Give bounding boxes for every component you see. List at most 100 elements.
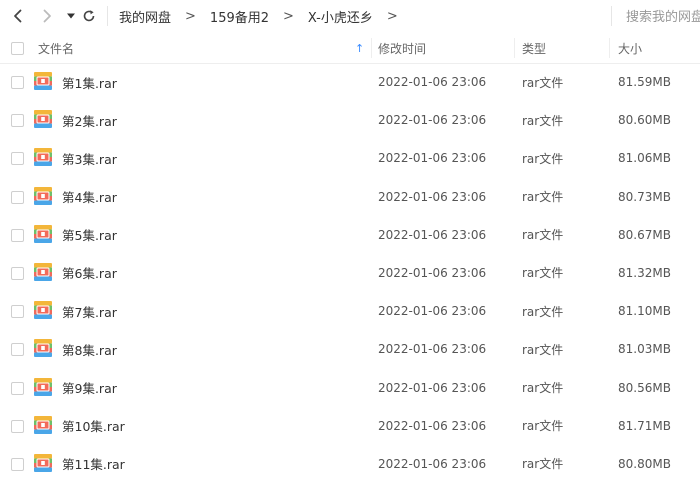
file-name[interactable]: 第6集.rar (62, 254, 117, 292)
rar-archive-icon (34, 377, 52, 396)
file-size: 80.60MB (618, 113, 671, 128)
file-type: rar文件 (522, 419, 564, 434)
file-modified-time: 2022-01-06 23:06 (378, 75, 487, 89)
file-list-header: 文件名 ↑ 修改时间 类型 大小 (0, 33, 700, 64)
refresh-button[interactable] (79, 6, 99, 26)
file-name[interactable]: 第8集.rar (62, 330, 117, 368)
file-row-checkbox[interactable] (11, 343, 24, 357)
column-header-name-label: 文件名 (38, 41, 75, 56)
rar-archive-icon (34, 339, 52, 358)
file-row[interactable]: 第9集.rar 2022-01-06 23:06 rar文件 80.56MB (0, 369, 700, 407)
file-type: rar文件 (522, 228, 564, 243)
column-header-modified[interactable]: 修改时间 (378, 33, 426, 63)
column-header-size[interactable]: 大小 (618, 33, 642, 63)
file-size: 80.73MB (618, 189, 671, 204)
file-type: rar文件 (522, 190, 564, 205)
file-row-checkbox[interactable] (11, 152, 24, 166)
file-name[interactable]: 第10集.rar (62, 407, 125, 445)
toolbar: 我的网盘 > 159备用2 > X-小虎还乡 > (0, 0, 700, 33)
column-divider[interactable] (371, 38, 372, 58)
file-name[interactable]: 第11集.rar (62, 445, 125, 483)
file-size: 80.67MB (618, 227, 671, 242)
column-header-type[interactable]: 类型 (522, 33, 546, 63)
file-name[interactable]: 第1集.rar (62, 63, 117, 101)
file-size: 81.06MB (618, 151, 671, 166)
back-button[interactable] (8, 6, 28, 26)
file-row-checkbox[interactable] (11, 76, 24, 89)
file-size: 80.56MB (618, 380, 671, 395)
breadcrumb-separator: > (185, 9, 196, 24)
file-modified-time: 2022-01-06 23:06 (378, 265, 487, 280)
file-row[interactable]: 第11集.rar 2022-01-06 23:06 rar文件 80.80MB (0, 445, 700, 483)
column-header-type-label: 类型 (522, 41, 547, 56)
file-row-checkbox[interactable] (11, 228, 24, 242)
breadcrumb: 我的网盘 > 159备用2 > X-小虎还乡 > (119, 0, 412, 33)
file-name[interactable]: 第4集.rar (62, 178, 117, 216)
file-row[interactable]: 第8集.rar 2022-01-06 23:06 rar文件 81.03MB (0, 330, 700, 368)
file-row[interactable]: 第10集.rar 2022-01-06 23:06 rar文件 81.71MB (0, 407, 700, 445)
file-modified-time: 2022-01-06 23:06 (378, 418, 487, 433)
file-size: 80.80MB (618, 456, 671, 471)
file-row[interactable]: 第6集.rar 2022-01-06 23:06 rar文件 81.32MB (0, 254, 700, 292)
file-modified-time: 2022-01-06 23:06 (378, 151, 487, 166)
file-type: rar文件 (522, 75, 564, 90)
breadcrumb-item-root[interactable]: 我的网盘 (119, 7, 171, 26)
sort-ascending-icon[interactable]: ↑ (355, 33, 364, 63)
forward-button[interactable] (37, 6, 57, 26)
file-modified-time: 2022-01-06 23:06 (378, 304, 487, 319)
file-type: rar文件 (522, 113, 564, 128)
column-header-size-label: 大小 (618, 41, 643, 56)
file-row-checkbox[interactable] (11, 190, 24, 204)
column-divider[interactable] (514, 38, 515, 58)
file-name[interactable]: 第2集.rar (62, 101, 117, 139)
file-modified-time: 2022-01-06 23:06 (378, 189, 487, 204)
file-row[interactable]: 第7集.rar 2022-01-06 23:06 rar文件 81.10MB (0, 292, 700, 330)
file-modified-time: 2022-01-06 23:06 (378, 342, 487, 357)
file-name[interactable]: 第3集.rar (62, 139, 117, 177)
file-name[interactable]: 第5集.rar (62, 216, 117, 254)
file-size: 81.03MB (618, 342, 671, 357)
rar-archive-icon (34, 453, 52, 472)
file-row-checkbox[interactable] (11, 457, 24, 471)
file-row-checkbox[interactable] (11, 419, 24, 433)
file-type: rar文件 (522, 304, 564, 319)
file-type: rar文件 (522, 342, 564, 357)
breadcrumb-item-folder[interactable]: 159备用2 (210, 7, 269, 26)
file-row-checkbox[interactable] (11, 305, 24, 319)
rar-archive-icon (34, 301, 52, 320)
file-row[interactable]: 第5集.rar 2022-01-06 23:06 rar文件 80.67MB (0, 216, 700, 254)
file-modified-time: 2022-01-06 23:06 (378, 380, 487, 395)
file-type: rar文件 (522, 381, 564, 395)
rar-archive-icon (34, 72, 52, 90)
file-type: rar文件 (522, 457, 564, 472)
breadcrumb-item-current[interactable]: X-小虎还乡 (308, 7, 373, 26)
file-list: 第1集.rar 2022-01-06 23:06 rar文件 81.59MB 第… (0, 63, 700, 483)
file-row-checkbox[interactable] (11, 381, 24, 395)
file-name[interactable]: 第7集.rar (62, 292, 117, 330)
select-all-checkbox[interactable] (11, 42, 24, 55)
file-modified-time: 2022-01-06 23:06 (378, 227, 487, 242)
file-row[interactable]: 第2集.rar 2022-01-06 23:06 rar文件 80.60MB (0, 101, 700, 139)
search-input[interactable] (626, 8, 700, 26)
file-modified-time: 2022-01-06 23:06 (378, 113, 487, 128)
file-row-checkbox[interactable] (11, 266, 24, 280)
file-row[interactable]: 第4集.rar 2022-01-06 23:06 rar文件 80.73MB (0, 178, 700, 216)
breadcrumb-separator: > (283, 9, 294, 24)
rar-archive-icon (34, 224, 52, 243)
history-dropdown-button[interactable] (61, 6, 81, 26)
file-row-checkbox[interactable] (11, 114, 24, 128)
caret-down-icon (67, 13, 75, 19)
column-header-modified-label: 修改时间 (378, 41, 427, 56)
file-size: 81.32MB (618, 265, 671, 280)
file-type: rar文件 (522, 151, 564, 166)
file-row[interactable]: 第1集.rar 2022-01-06 23:06 rar文件 81.59MB (0, 63, 700, 101)
file-name[interactable]: 第9集.rar (62, 369, 117, 407)
file-modified-time: 2022-01-06 23:06 (378, 456, 487, 471)
column-divider[interactable] (609, 38, 610, 58)
column-header-name[interactable]: 文件名 (38, 33, 74, 63)
rar-archive-icon (34, 186, 52, 205)
file-row[interactable]: 第3集.rar 2022-01-06 23:06 rar文件 81.06MB (0, 139, 700, 177)
rar-archive-icon (34, 110, 52, 129)
file-size: 81.10MB (618, 304, 671, 319)
file-size: 81.59MB (618, 75, 671, 89)
